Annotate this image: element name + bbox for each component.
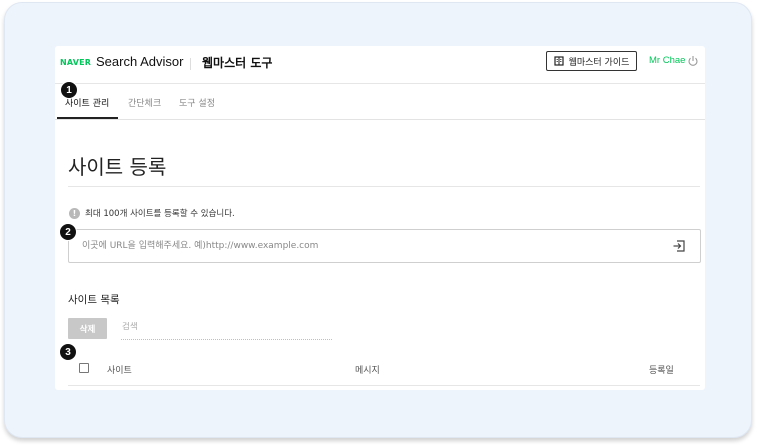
site-search <box>121 318 332 340</box>
naver-logo[interactable]: NAVER <box>60 58 91 67</box>
header-divider <box>190 58 191 70</box>
title-divider <box>68 186 700 187</box>
site-list-title: 사이트 목록 <box>68 294 120 306</box>
column-site[interactable]: 사이트 <box>107 363 132 376</box>
site-url-input[interactable] <box>82 239 642 253</box>
power-icon[interactable] <box>687 55 699 67</box>
tab-simple-check[interactable]: 간단체크 <box>128 96 161 109</box>
column-message[interactable]: 메시지 <box>355 363 380 376</box>
active-tab-indicator <box>57 117 118 119</box>
webmaster-tool-panel: NAVER Search Advisor 웹마스터 도구 웹마스터 가이드 Mr… <box>55 46 705 390</box>
register-enter-icon[interactable] <box>672 239 686 253</box>
page-title: 사이트 등록 <box>68 155 167 179</box>
step-badge-3: 3 <box>59 343 77 361</box>
select-all-checkbox[interactable] <box>79 363 89 373</box>
site-limit-notice: ! 최대 100개 사이트를 등록할 수 있습니다. <box>69 207 235 219</box>
info-icon: ! <box>69 207 80 219</box>
url-input-box <box>68 229 701 263</box>
user-name[interactable]: Mr Chae <box>649 55 685 66</box>
step-badge-2: 2 <box>59 223 77 241</box>
book-icon <box>553 56 564 66</box>
notice-text: 최대 100개 사이트를 등록할 수 있습니다. <box>85 209 235 219</box>
site-table-header: 사이트 메시지 등록일 <box>68 355 700 386</box>
tab-bar: 사이트 관리 간단체크 도구 설정 <box>55 84 705 120</box>
brand-name[interactable]: Search Advisor <box>96 54 183 69</box>
webmaster-guide-button[interactable]: 웹마스터 가이드 <box>546 51 637 71</box>
column-registered-date[interactable]: 등록일 <box>649 363 674 376</box>
delete-button[interactable]: 삭제 <box>68 318 107 339</box>
site-search-input[interactable] <box>122 322 322 332</box>
step-badge-1: 1 <box>60 81 78 99</box>
top-header: NAVER Search Advisor 웹마스터 도구 웹마스터 가이드 Mr… <box>55 46 705 84</box>
guide-button-label: 웹마스터 가이드 <box>568 57 630 68</box>
tab-tool-settings[interactable]: 도구 설정 <box>179 96 215 109</box>
tool-title: 웹마스터 도구 <box>202 56 273 70</box>
